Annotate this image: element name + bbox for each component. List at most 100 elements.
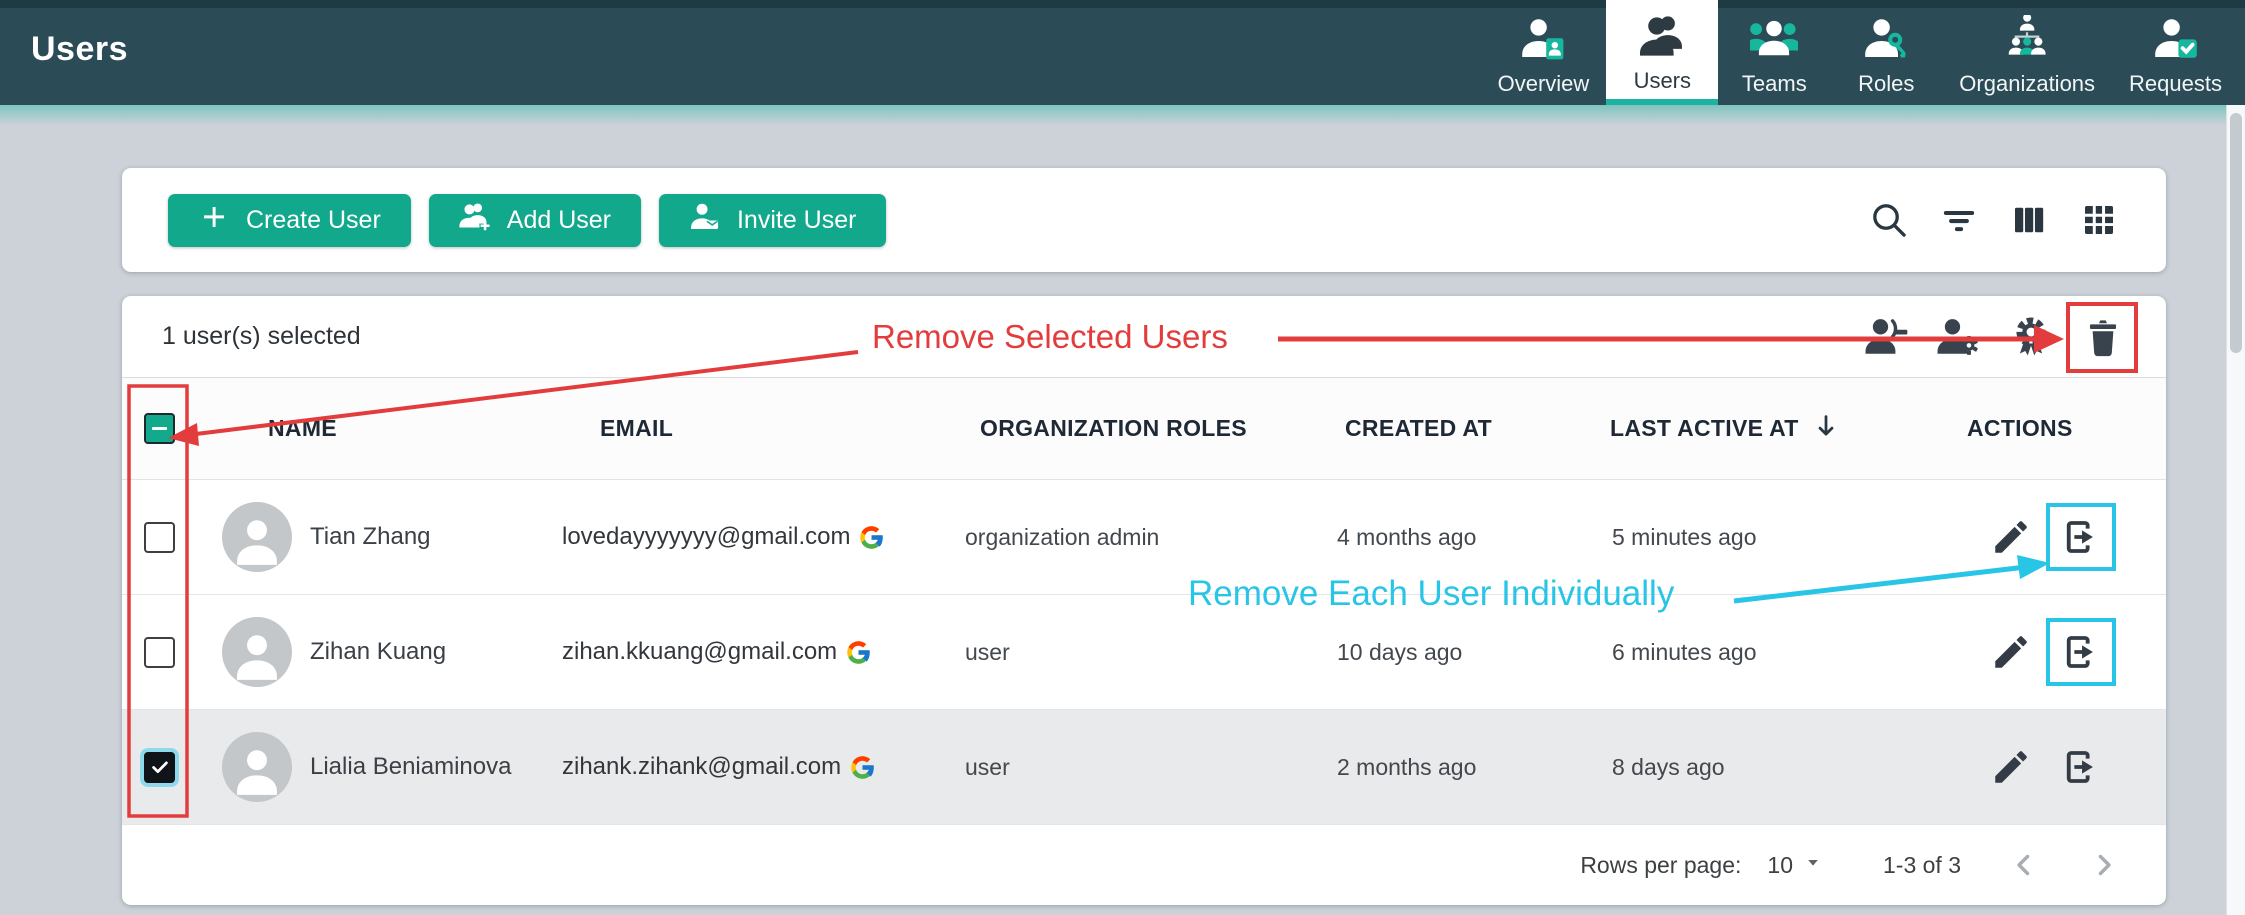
table-row[interactable]: Lialia Beniaminova zihank.zihank@gmail.c… (122, 710, 2166, 825)
name-cell: Lialia Beniaminova (197, 732, 562, 802)
row-checkbox[interactable] (144, 522, 175, 553)
created-at: 2 months ago (1337, 754, 1597, 781)
column-header-last-active-at[interactable]: LAST ACTIVE AT (1597, 411, 1957, 447)
grid-icon[interactable] (2078, 199, 2120, 241)
invite-user-button[interactable]: Invite User (659, 194, 886, 247)
user-email: zihank.zihank@gmail.com (562, 753, 841, 781)
nav-tabs: Overview Users Teams Roles (1481, 0, 2239, 105)
column-header-name[interactable]: NAME (197, 415, 562, 442)
remove-user-icon[interactable] (2060, 746, 2102, 788)
people-icon (1638, 12, 1686, 65)
column-header-actions: ACTIONS (1957, 415, 2166, 442)
users-table-card: 1 user(s) selected NAME EMAIL ORGANIZATI… (122, 296, 2166, 905)
person-check-icon (2152, 15, 2200, 68)
pagination-range: 1-3 of 3 (1883, 852, 1961, 879)
column-header-created-at[interactable]: CREATED AT (1337, 415, 1597, 442)
create-user-button[interactable]: Create User (168, 194, 411, 247)
tab-users[interactable]: Users (1606, 0, 1718, 105)
app-header: Users Overview Users Teams (0, 0, 2245, 105)
rows-per-page-select[interactable]: 10 (1767, 850, 1825, 880)
toolbar-view-icons (1868, 199, 2120, 241)
rows-per-page-value: 10 (1767, 852, 1793, 879)
avatar (222, 732, 292, 802)
annotation-remove-individual: Remove Each User Individually (1188, 574, 1674, 614)
scrollbar[interactable] (2226, 105, 2245, 915)
header-gradient (0, 105, 2245, 131)
tab-overview[interactable]: Overview (1481, 0, 1607, 105)
next-page-button[interactable] (2087, 848, 2121, 882)
trash-icon[interactable] (2080, 314, 2126, 360)
person-remove-icon[interactable] (1864, 314, 1910, 360)
row-checkbox[interactable] (144, 752, 175, 783)
name-cell: Zihan Kuang (197, 617, 562, 687)
google-icon (858, 524, 885, 551)
plus-icon (198, 201, 230, 240)
org-chart-icon (2003, 15, 2051, 68)
google-icon (849, 754, 876, 781)
person-badge-icon (1519, 15, 1567, 68)
edit-pencil-icon[interactable] (1990, 746, 2032, 788)
column-header-org-roles[interactable]: ORGANIZATION ROLES (957, 415, 1337, 442)
selection-actions (1864, 314, 2126, 360)
select-all-cell (122, 413, 197, 444)
award-icon[interactable] (2008, 314, 2054, 360)
pagination-bar: Rows per page: 10 1-3 of 3 (122, 825, 2166, 905)
tab-organizations-label: Organizations (1959, 71, 2095, 97)
create-user-label: Create User (246, 206, 381, 235)
team-group-icon (1750, 15, 1798, 68)
row-actions (1957, 631, 2166, 673)
column-header-email[interactable]: EMAIL (562, 415, 957, 442)
previous-page-button[interactable] (2007, 848, 2041, 882)
tab-teams[interactable]: Teams (1718, 0, 1830, 105)
columns-icon[interactable] (2008, 199, 2050, 241)
select-all-checkbox[interactable] (144, 413, 175, 444)
rows-per-page-label: Rows per page: (1580, 852, 1741, 879)
tab-overview-label: Overview (1498, 71, 1590, 97)
row-actions (1957, 746, 2166, 788)
chevron-down-icon (1801, 850, 1825, 880)
add-user-label: Add User (507, 206, 611, 235)
last-active-at-label: LAST ACTIVE AT (1610, 415, 1799, 442)
sort-desc-arrow-icon[interactable] (1811, 411, 1841, 447)
table-row[interactable]: Zihan Kuang zihan.kkuang@gmail.com user … (122, 595, 2166, 710)
edit-pencil-icon[interactable] (1990, 516, 2032, 558)
avatar (222, 617, 292, 687)
name-cell: Tian Zhang (197, 502, 562, 572)
selection-count-text: 1 user(s) selected (162, 322, 361, 351)
remove-user-icon[interactable] (2060, 631, 2102, 673)
tab-roles[interactable]: Roles (1830, 0, 1942, 105)
table-header-row: NAME EMAIL ORGANIZATION ROLES CREATED AT… (122, 378, 2166, 480)
created-at: 4 months ago (1337, 524, 1597, 551)
search-icon[interactable] (1868, 199, 1910, 241)
person-settings-icon[interactable] (1936, 314, 1982, 360)
scrollbar-thumb[interactable] (2230, 113, 2242, 353)
org-role: organization admin (957, 524, 1337, 551)
tab-roles-label: Roles (1858, 71, 1914, 97)
last-active-at: 6 minutes ago (1597, 639, 1957, 666)
edit-pencil-icon[interactable] (1990, 631, 2032, 673)
org-role: user (957, 639, 1337, 666)
email-cell: zihank.zihank@gmail.com (562, 753, 957, 781)
org-role: user (957, 754, 1337, 781)
tab-requests[interactable]: Requests (2112, 0, 2239, 105)
invite-user-label: Invite User (737, 206, 856, 235)
created-at: 10 days ago (1337, 639, 1597, 666)
page-title: Users (31, 30, 128, 69)
tab-organizations[interactable]: Organizations (1942, 0, 2112, 105)
avatar (222, 502, 292, 572)
person-invite-icon (689, 201, 721, 240)
remove-user-icon[interactable] (2060, 516, 2102, 558)
user-email: zihan.kkuang@gmail.com (562, 638, 837, 666)
row-checkbox[interactable] (144, 637, 175, 668)
users-admin-screen: Users Overview Users Teams (0, 0, 2245, 915)
filter-icon[interactable] (1938, 199, 1980, 241)
user-name: Lialia Beniaminova (310, 753, 511, 781)
user-name: Zihan Kuang (310, 638, 446, 666)
table-row[interactable]: Tian Zhang lovedayyyyyyy@gmail.com organ… (122, 480, 2166, 595)
tab-users-label: Users (1634, 68, 1691, 94)
add-user-button[interactable]: Add User (429, 194, 641, 247)
tab-teams-label: Teams (1742, 71, 1807, 97)
last-active-at: 5 minutes ago (1597, 524, 1957, 551)
email-cell: zihan.kkuang@gmail.com (562, 638, 957, 666)
row-actions (1957, 516, 2166, 558)
